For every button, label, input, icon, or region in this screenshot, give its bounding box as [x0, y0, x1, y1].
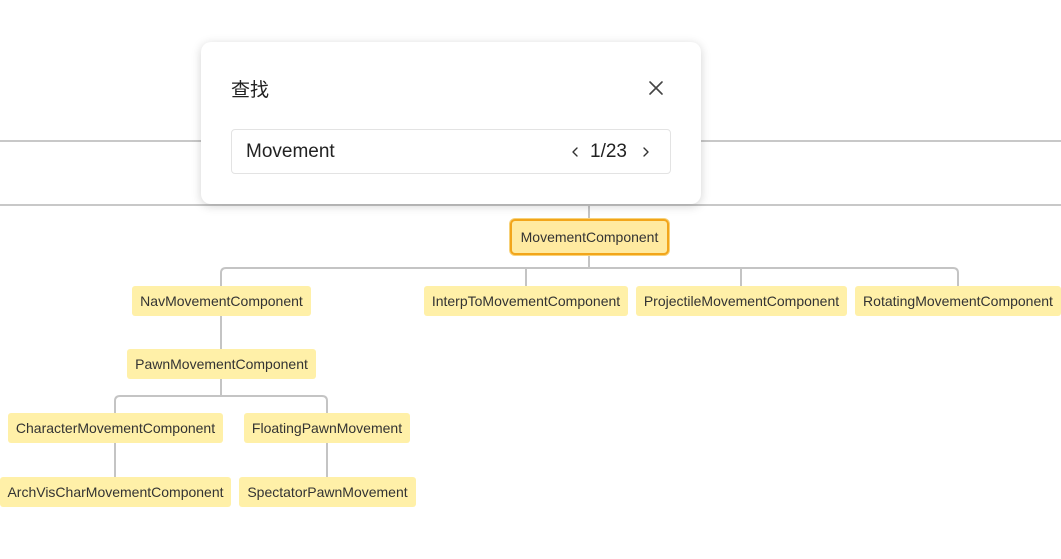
connector-bus-level3 — [114, 395, 328, 413]
node-pawn[interactable]: PawnMovementComponent — [127, 349, 316, 379]
dialog-title: 查找 — [231, 79, 270, 101]
node-nav[interactable]: NavMovementComponent — [132, 286, 311, 316]
close-icon — [649, 81, 663, 95]
node-character[interactable]: CharacterMovementComponent — [8, 413, 223, 443]
next-match-button[interactable] — [637, 142, 655, 162]
node-projectile[interactable]: ProjectileMovementComponent — [636, 286, 847, 316]
close-button[interactable] — [644, 76, 668, 100]
previous-match-button[interactable] — [566, 142, 584, 162]
node-rotating[interactable]: RotatingMovementComponent — [855, 286, 1061, 316]
search-input[interactable] — [246, 130, 546, 173]
node-spectator[interactable]: SpectatorPawnMovement — [239, 477, 416, 507]
search-field: 1/23 — [231, 129, 671, 174]
node-archvis[interactable]: ArchVisCharMovementComponent — [0, 477, 231, 507]
find-dialog: 查找 1/23 — [201, 42, 701, 204]
connector-bus-level1 — [220, 267, 959, 287]
match-counter: 1/23 — [590, 141, 627, 162]
mindmap-canvas[interactable]: MovementComponent NavMovementComponent I… — [0, 0, 1061, 559]
node-root[interactable]: MovementComponent — [510, 219, 669, 255]
node-floating[interactable]: FloatingPawnMovement — [244, 413, 410, 443]
node-interp[interactable]: InterpToMovementComponent — [424, 286, 628, 316]
chevron-right-icon — [643, 147, 649, 157]
chevron-left-icon — [572, 147, 578, 157]
